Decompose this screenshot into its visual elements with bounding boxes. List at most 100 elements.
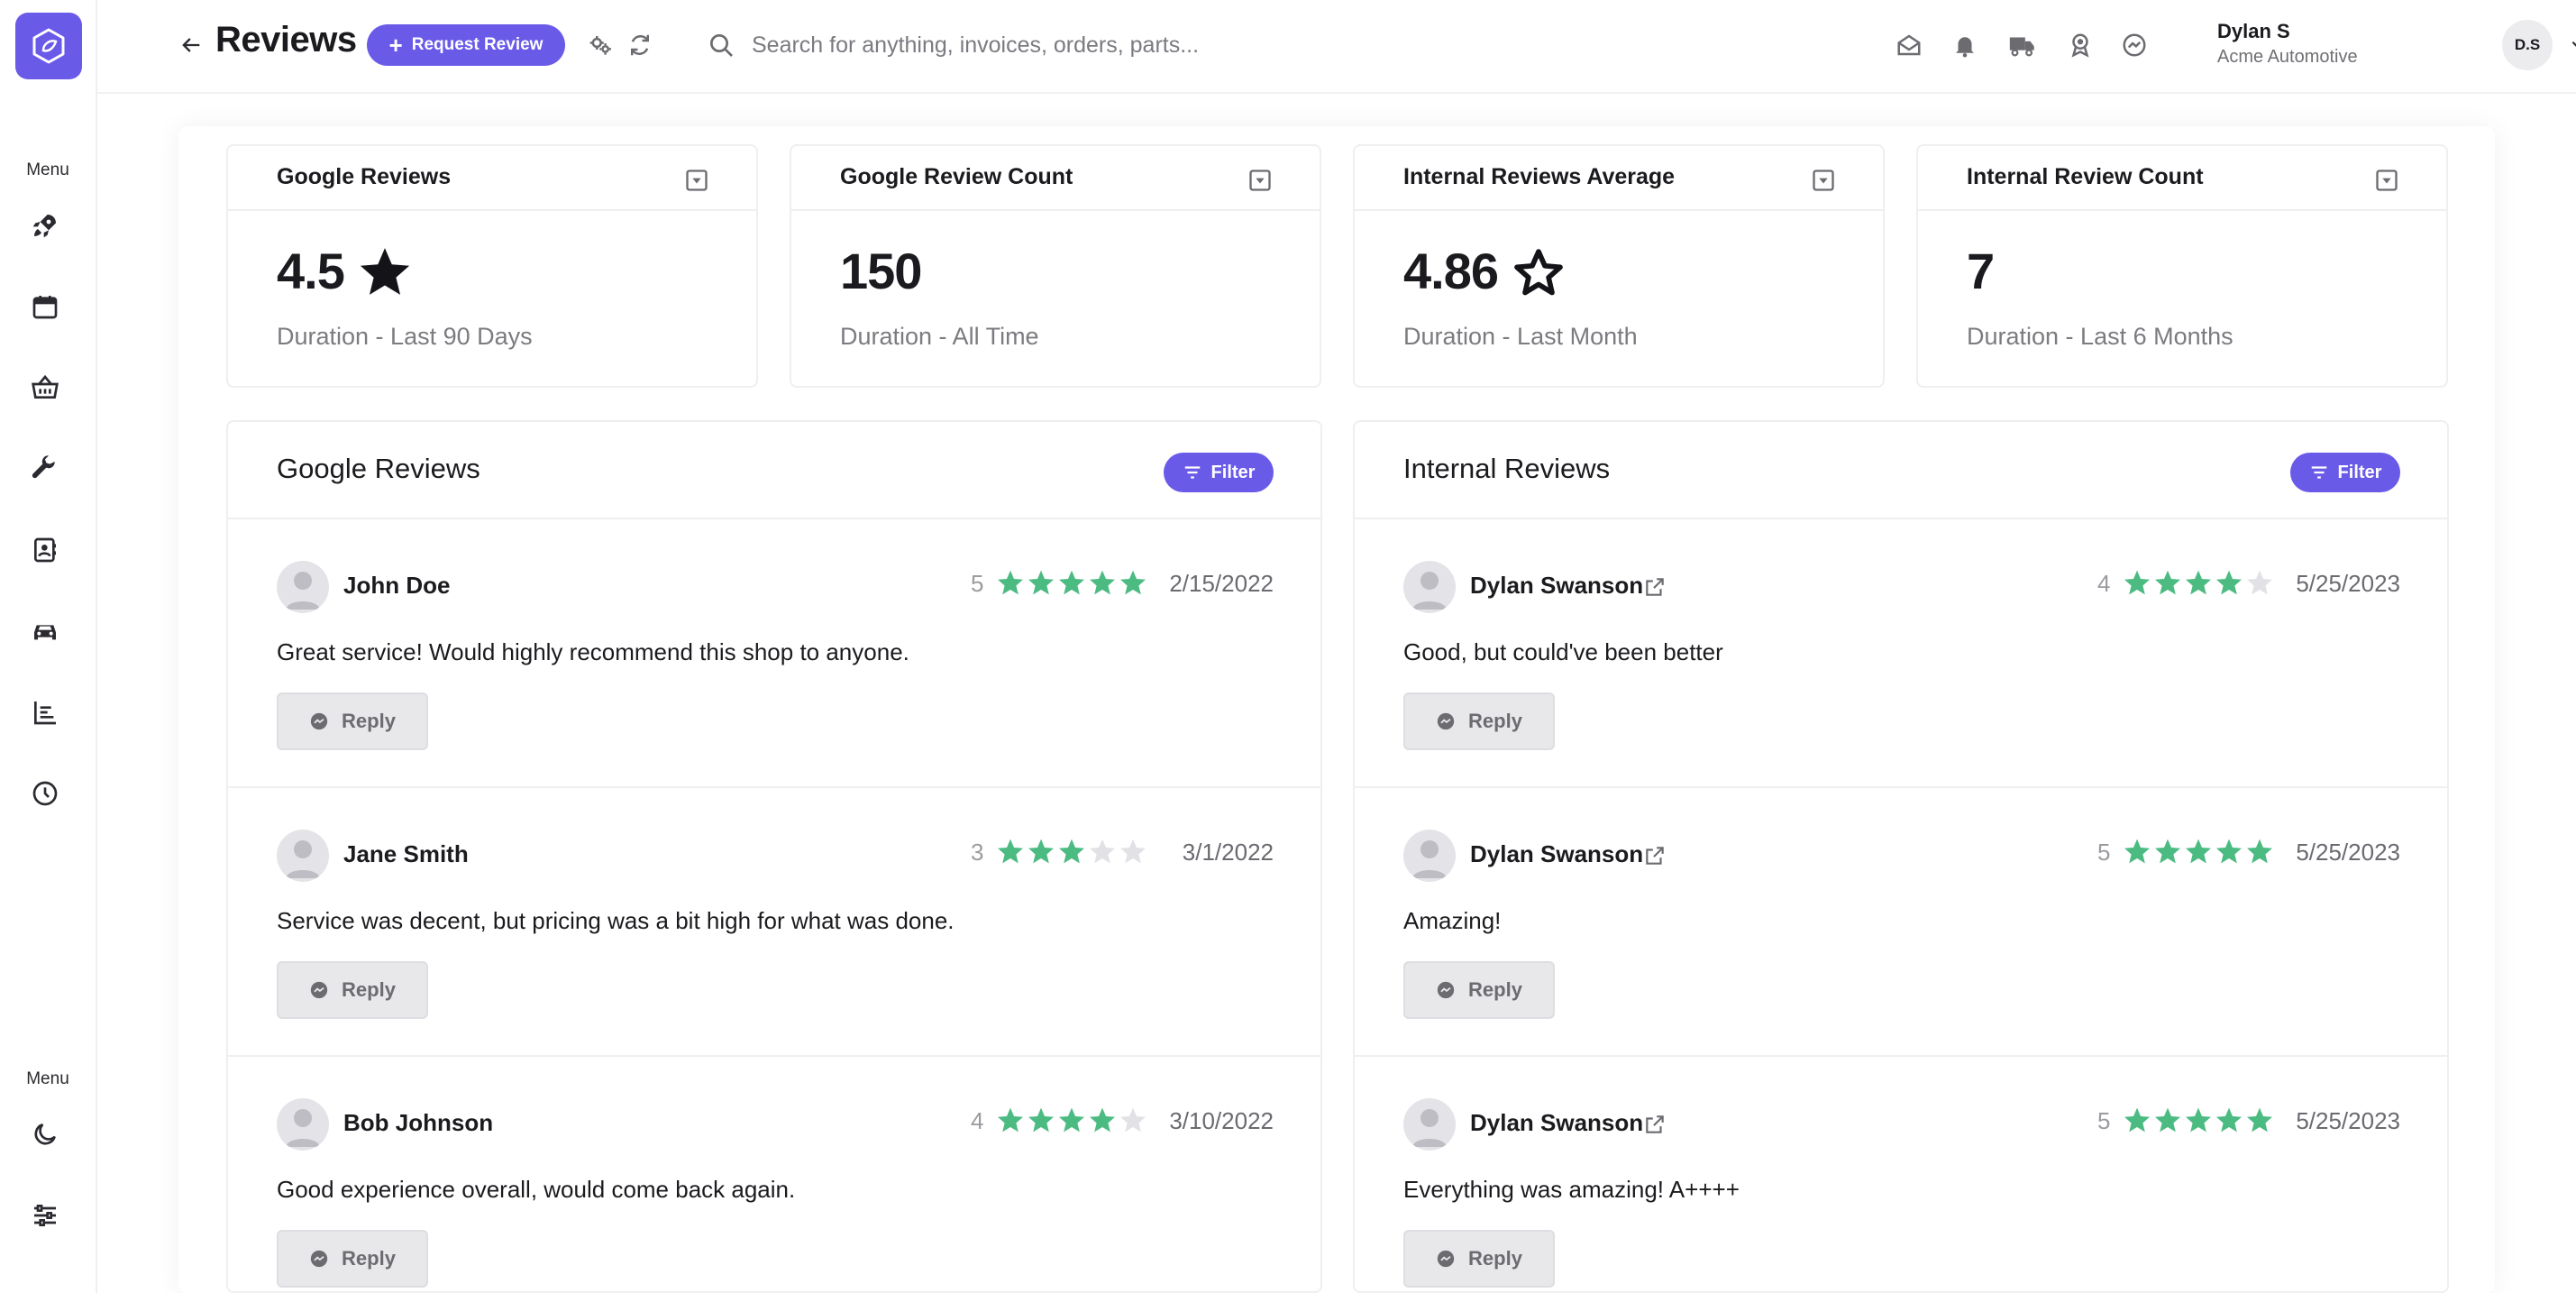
reply-button[interactable]: Reply — [1403, 961, 1555, 1019]
star-empty-icon — [1120, 1107, 1146, 1133]
mail-open-icon — [1897, 34, 1921, 56]
external-link-icon[interactable] — [1643, 575, 1667, 599]
search-bar[interactable] — [707, 20, 1338, 70]
awards-button[interactable] — [2064, 29, 2096, 61]
page-title: Reviews — [215, 20, 357, 60]
inbox-button[interactable] — [1893, 29, 1925, 61]
star-filled-icon — [2155, 839, 2180, 864]
user-menu-toggle[interactable] — [2565, 31, 2576, 60]
chevron-down-icon — [2571, 41, 2576, 47]
external-link-icon[interactable] — [1643, 844, 1667, 867]
gears-icon — [589, 36, 611, 55]
reply-button[interactable]: Reply — [277, 692, 428, 750]
star-rating — [2123, 837, 2274, 866]
filter-lines-icon — [1184, 466, 1200, 479]
stat-title: Internal Review Count — [1967, 164, 2204, 189]
messenger-button[interactable] — [2118, 29, 2151, 61]
messenger-icon — [1437, 712, 1455, 730]
star-rating — [2123, 568, 2274, 597]
sidebar-item-clock[interactable] — [27, 775, 63, 812]
star-rating — [996, 568, 1147, 597]
stat-title: Google Reviews — [277, 164, 452, 189]
star-outline-icon — [1514, 248, 1563, 295]
star-rating — [996, 837, 1147, 866]
app-logo[interactable] — [15, 13, 82, 79]
notifications-button[interactable] — [1949, 29, 1981, 61]
star-filled-icon — [1090, 1107, 1115, 1133]
review-text: Good experience overall, would come back… — [277, 1176, 796, 1203]
review-item: Dylan Swanson 5 5/25/2023 Amazing! Reply — [1355, 788, 2447, 1057]
stat-card-google-review-count: Google Review Count 150 Duration - All T… — [790, 144, 1321, 388]
dark-mode-toggle[interactable] — [27, 1116, 63, 1152]
car-icon — [34, 625, 56, 640]
user-icon — [286, 1109, 320, 1147]
review-text: Good, but could've been better — [1403, 638, 1723, 665]
reply-button[interactable]: Reply — [1403, 1230, 1555, 1288]
settings-gears-button[interactable] — [584, 29, 617, 61]
messenger-icon — [1437, 981, 1455, 999]
filter-button[interactable]: Filter — [2290, 453, 2400, 492]
messenger-icon — [310, 1250, 328, 1268]
reply-label: Reply — [1468, 978, 1522, 1001]
search-input[interactable] — [752, 32, 1311, 59]
star-filled-icon — [1090, 570, 1115, 595]
external-link-icon[interactable] — [1643, 1113, 1667, 1136]
star-filled-icon — [1028, 839, 1054, 864]
sidebar-item-reports[interactable] — [27, 694, 63, 730]
user-icon — [1412, 1109, 1447, 1147]
star-filled-icon — [1059, 839, 1084, 864]
reply-label: Reply — [1468, 1247, 1522, 1270]
request-review-label: Request Review — [411, 35, 544, 54]
star-filled-icon — [1028, 1107, 1054, 1133]
dropdown-icon[interactable] — [1811, 168, 1836, 193]
messenger-icon — [310, 712, 328, 730]
moon-icon — [34, 1123, 56, 1145]
star-empty-icon — [1120, 839, 1146, 864]
dropdown-icon[interactable] — [2374, 168, 2399, 193]
sidebar-item-settings[interactable] — [27, 1197, 63, 1233]
review-item: Jane Smith 3 3/1/2022 Service was decent… — [228, 788, 1320, 1057]
reviewer-name: Bob Johnson — [343, 1109, 494, 1136]
sidebar-item-rocket[interactable] — [27, 207, 63, 243]
reply-button[interactable]: Reply — [1403, 692, 1555, 750]
filter-button[interactable]: Filter — [1164, 453, 1274, 492]
calendar-icon — [32, 296, 58, 319]
user-company: Acme Automotive — [2217, 47, 2358, 67]
dropdown-icon[interactable] — [684, 168, 709, 193]
rating-number: 4 — [971, 1107, 984, 1134]
review-text: Amazing! — [1403, 907, 1502, 934]
sidebar-item-calendar[interactable] — [27, 289, 63, 325]
back-button[interactable] — [173, 27, 209, 63]
refresh-button[interactable] — [624, 29, 656, 61]
reports-icon — [34, 702, 56, 725]
reviewer-name: John Doe — [343, 572, 451, 599]
review-item: Bob Johnson 4 3/10/2022 Good experience … — [228, 1057, 1320, 1291]
menu-label-bottom: Menu — [26, 1069, 69, 1088]
sidebar-item-wrench[interactable] — [27, 451, 63, 487]
avatar — [1403, 1098, 1456, 1151]
plus-icon: + — [388, 32, 403, 59]
review-date: 5/25/2023 — [2296, 1107, 2400, 1134]
sidebar-item-car[interactable] — [27, 613, 63, 649]
star-filled-icon — [1059, 570, 1084, 595]
review-date: 5/25/2023 — [2296, 570, 2400, 597]
contacts-icon — [33, 537, 56, 563]
stat-card-google-reviews: Google Reviews 4.5 Duration - Last 90 Da… — [226, 144, 758, 388]
reply-button[interactable]: Reply — [277, 1230, 428, 1288]
panel-title: Google Reviews — [277, 453, 480, 484]
google-reviews-panel: Google Reviews Filter John Doe 5 2/15/20… — [226, 420, 1322, 1293]
delivery-button[interactable] — [2006, 29, 2039, 61]
reply-button[interactable]: Reply — [277, 961, 428, 1019]
reply-label: Reply — [342, 710, 396, 732]
settings-sliders-icon — [34, 1205, 56, 1226]
dropdown-icon[interactable] — [1247, 168, 1273, 193]
request-review-button[interactable]: + Request Review — [367, 24, 565, 66]
sidebar-item-basket[interactable] — [27, 370, 63, 406]
star-filled-icon — [2247, 1107, 2272, 1133]
avatar[interactable]: D.S — [2502, 20, 2553, 70]
review-item: Dylan Swanson 5 5/25/2023 Everything was… — [1355, 1057, 2447, 1291]
sidebar-item-contacts[interactable] — [27, 532, 63, 568]
stat-value: 150 — [840, 243, 922, 299]
star-filled-icon — [2186, 570, 2211, 595]
rocket-icon — [32, 215, 56, 238]
